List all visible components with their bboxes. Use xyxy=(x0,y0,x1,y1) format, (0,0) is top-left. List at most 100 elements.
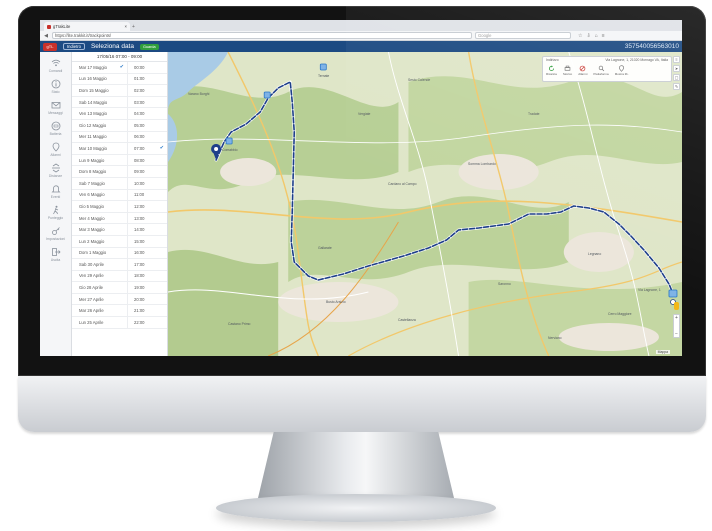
tab-close-icon[interactable]: × xyxy=(125,24,127,29)
date-option[interactable]: Mar 17 Maggio ✔ xyxy=(72,62,128,73)
date-option[interactable]: Ven 13 Maggio xyxy=(72,108,128,119)
date-row: Dom 1 Maggio 16:00 xyxy=(72,247,167,260)
monitor-chin xyxy=(18,376,706,432)
date-option[interactable]: Mer 11 Maggio xyxy=(72,131,128,143)
date-option[interactable]: Gio 12 Maggio xyxy=(72,119,128,131)
nav-item-eventi[interactable]: Eventi xyxy=(41,181,71,202)
date-option[interactable]: Mar 3 Maggio xyxy=(72,224,128,235)
address-bar[interactable]: https://lite.trakkit.it/trackpoints/ xyxy=(52,32,472,39)
time-option[interactable]: 04:00 xyxy=(128,108,167,119)
date-option[interactable]: Ven 6 Maggio xyxy=(72,189,128,201)
date-option[interactable]: Gio 5 Maggio xyxy=(72,201,128,212)
time-option[interactable]: 11:00 xyxy=(128,190,167,201)
nav-item-messaggi[interactable]: Messaggi xyxy=(41,97,71,118)
time-option[interactable]: 16:00 xyxy=(128,248,167,259)
date-option[interactable]: Sab 30 Aprile xyxy=(72,259,128,270)
layers-icon[interactable]: ≡ xyxy=(673,56,680,63)
place-label: Busto Arsizio xyxy=(326,300,346,304)
zoom-in-button[interactable]: + xyxy=(675,315,678,321)
time-option[interactable]: 13:00 xyxy=(128,213,167,224)
locate-icon[interactable]: ➤ xyxy=(673,65,680,72)
map-type-label[interactable]: Mappa xyxy=(655,350,670,354)
time-option[interactable]: 18:00 xyxy=(128,271,167,282)
time-option[interactable]: 22:00 xyxy=(128,317,167,328)
street-view-icon[interactable] xyxy=(674,302,679,310)
date-option[interactable]: Dom 15 Maggio xyxy=(72,85,128,96)
platform-button[interactable]: Piattaforma xyxy=(593,65,609,76)
browser-search-input[interactable]: Google xyxy=(475,32,571,39)
browser-tab[interactable]: gTrakLite × xyxy=(44,22,130,31)
waypoint-marker-icon[interactable] xyxy=(319,63,327,71)
time-option[interactable]: 12:00 xyxy=(128,201,167,212)
edit-icon[interactable]: ✎ xyxy=(673,83,680,90)
nav-item-label: Messaggi xyxy=(48,111,63,115)
time-option[interactable]: 19:00 xyxy=(128,282,167,293)
time-option[interactable]: 07:00 ✔ xyxy=(128,143,167,154)
home-icon[interactable]: ⌂ xyxy=(595,33,598,39)
nav-item-distanze[interactable]: Distanze xyxy=(41,160,71,181)
nav-item-batteria[interactable]: Batteria xyxy=(41,118,71,139)
date-option[interactable]: Lun 25 Aprile xyxy=(72,317,128,328)
menu-icon[interactable]: ≡ xyxy=(602,33,605,39)
alarms-button[interactable]: Allarmi xyxy=(578,65,587,76)
map-view[interactable]: Comabbio Ternate Varano Borghi Vergiate … xyxy=(168,52,682,356)
history-button[interactable]: Storico xyxy=(563,65,572,76)
date-row: Lun 25 Aprile 22:00 xyxy=(72,317,167,329)
time-option[interactable]: 02:00 xyxy=(128,85,167,96)
time-option[interactable]: 17:00 xyxy=(128,259,167,270)
date-option[interactable]: Gio 28 Aprile xyxy=(72,282,128,293)
download-icon[interactable]: ⇩ xyxy=(586,33,590,39)
nav-item-allarmi[interactable]: Allarmi xyxy=(41,139,71,160)
nav-item-label: Eventi xyxy=(50,195,61,199)
date-option[interactable]: Dom 8 Maggio xyxy=(72,166,128,177)
fullscreen-icon[interactable]: ▢ xyxy=(673,74,680,81)
new-tab-button[interactable]: + xyxy=(132,24,142,31)
time-option[interactable]: 20:00 xyxy=(128,294,167,305)
star-icon[interactable]: ☆ xyxy=(578,33,582,39)
time-option[interactable]: 06:00 xyxy=(128,132,167,143)
date-option[interactable]: Lun 16 Maggio xyxy=(72,73,128,85)
time-option[interactable]: 10:00 xyxy=(128,178,167,189)
time-option[interactable]: 00:00 xyxy=(128,62,167,73)
time-option[interactable]: 21:00 xyxy=(128,305,167,316)
time-text: 05:00 xyxy=(134,122,145,128)
waypoint-marker-icon[interactable] xyxy=(263,91,271,99)
time-option[interactable]: 03:00 xyxy=(128,97,167,108)
nav-item-comandi[interactable]: Comandi xyxy=(41,55,71,76)
time-option[interactable]: 05:00 xyxy=(128,120,167,131)
date-option[interactable]: Lun 9 Maggio xyxy=(72,154,128,166)
date-option[interactable]: Dom 1 Maggio xyxy=(72,247,128,259)
time-text: 11:00 xyxy=(134,192,145,198)
date-option[interactable]: Mer 4 Maggio xyxy=(72,212,128,224)
date-row: Gio 12 Maggio 05:00 xyxy=(72,119,167,132)
back-arrow-icon[interactable]: ◀ xyxy=(43,33,49,39)
time-option[interactable]: 09:00 xyxy=(128,166,167,177)
zoom-out-button[interactable]: − xyxy=(675,331,678,337)
map-toolbox: Indirizzo Via Lagnone, 1, 21020 Mornago … xyxy=(542,56,672,82)
place-label: Somma Lombardo xyxy=(468,162,496,166)
nav-item-impostazioni[interactable]: Impostazioni xyxy=(41,223,71,244)
go-button[interactable]: Guarda xyxy=(139,43,159,50)
nav-item-stato[interactable]: Stato xyxy=(41,76,71,97)
date-option[interactable]: Mer 27 Aprile xyxy=(72,293,128,305)
date-option[interactable]: Sab 7 Maggio xyxy=(72,177,128,189)
date-option[interactable]: Mar 10 Maggio xyxy=(72,143,128,154)
date-option[interactable]: Lun 2 Maggio xyxy=(72,235,128,247)
time-text: 00:00 xyxy=(134,64,145,70)
time-option[interactable]: 08:00 xyxy=(128,155,167,166)
place-label: Legnano xyxy=(588,252,602,256)
date-list: 17/05/16 07:00 - 09:00 Mar 17 Maggio ✔ 00:… xyxy=(72,52,168,356)
date-row: Lun 2 Maggio 15:00 xyxy=(72,235,167,248)
back-button[interactable]: Indietro xyxy=(63,43,85,50)
date-option[interactable]: Sab 14 Maggio xyxy=(72,96,128,108)
nav-item-punteggio[interactable]: Punteggio xyxy=(41,202,71,223)
reload-button[interactable]: Ricarica xyxy=(546,65,557,76)
date-option[interactable]: Mar 26 Aprile xyxy=(72,305,128,317)
date-option[interactable]: Ven 29 Aprile xyxy=(72,270,128,282)
nav-item-uscita[interactable]: Uscita xyxy=(41,244,71,265)
time-option[interactable]: 15:00 xyxy=(128,236,167,247)
waypoint-marker-icon[interactable] xyxy=(225,137,233,145)
time-option[interactable]: 01:00 xyxy=(128,74,167,85)
time-option[interactable]: 14:00 xyxy=(128,224,167,235)
show-more-button[interactable]: Mostra lib. xyxy=(615,65,629,76)
